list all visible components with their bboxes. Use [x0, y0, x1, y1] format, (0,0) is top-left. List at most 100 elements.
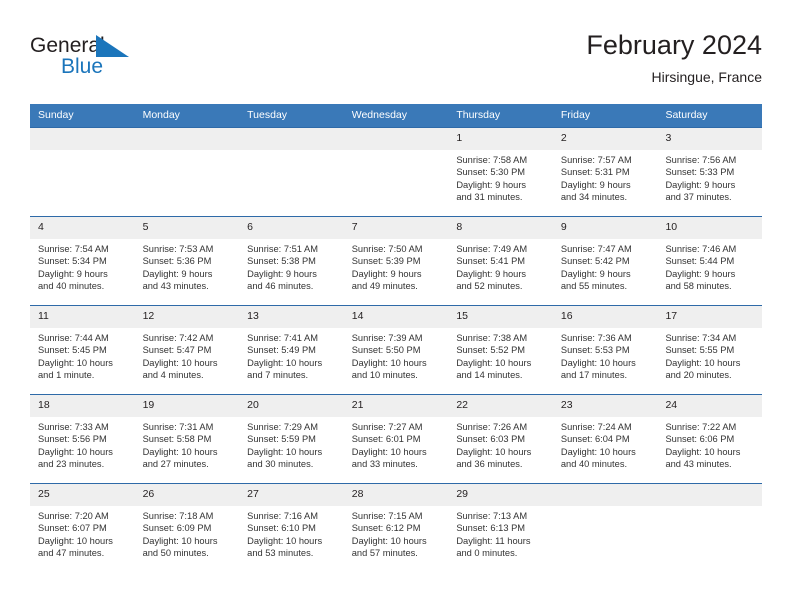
day-cell[interactable]: 20 Sunrise: 7:29 AM Sunset: 5:59 PM Dayligh… [239, 395, 344, 483]
sunset-text: Sunset: 6:04 PM [560, 434, 630, 445]
day-cell[interactable]: 19 Sunrise: 7:31 AM Sunset: 5:58 PM Dayligh… [134, 395, 240, 483]
day-cell[interactable]: 10 Sunrise: 7:46 AM Sunset: 5:44 PM Dayligh… [657, 217, 763, 305]
day-number: 19 [134, 395, 240, 417]
sunrise-text: Sunrise: 7:53 AM [142, 244, 214, 254]
day-cell[interactable]: 6 Sunrise: 7:51 AM Sunset: 5:38 PM Daylight… [239, 217, 344, 305]
daylight-text-line1: Daylight: 10 hours [142, 535, 218, 546]
day-detail: Sunrise: 7:29 AM Sunset: 5:59 PM Daylight:… [239, 417, 344, 471]
day-number [239, 128, 344, 150]
sunrise-sunset-calendar: Sunday Monday Tuesday Wednesday Thursday Frid… [30, 104, 763, 572]
sunset-text: Sunset: 5:36 PM [142, 256, 212, 267]
day-cell[interactable]: 17 Sunrise: 7:34 AM Sunset: 5:55 PM Dayligh… [657, 306, 763, 394]
day-number: 15 [448, 306, 553, 328]
daylight-text-line2: and 49 minutes. [351, 281, 418, 292]
day-number: 17 [657, 306, 763, 328]
general-blue-logo[interactable]: General Blue [30, 34, 160, 86]
daylight-text-line2: and 55 minutes. [560, 281, 628, 292]
sunrise-text: Sunrise: 7:47 AM [560, 244, 632, 254]
daylight-text-line2: and 17 minutes. [560, 370, 628, 381]
day-cell[interactable]: 5 Sunrise: 7:53 AM Sunset: 5:36 PM Daylight… [134, 217, 240, 305]
day-detail: Sunrise: 7:53 AM Sunset: 5:36 PM Daylight:… [135, 239, 240, 293]
day-cell[interactable]: 4 Sunrise: 7:54 AM Sunset: 5:34 PM Daylight… [30, 217, 135, 305]
day-number: 22 [448, 395, 553, 417]
daylight-text-line1: Daylight: 10 hours [665, 357, 741, 368]
sunrise-text: Sunrise: 7:49 AM [456, 244, 528, 254]
day-detail: Sunrise: 7:38 AM Sunset: 5:52 PM Daylight:… [448, 328, 553, 382]
daylight-text-line2: and 57 minutes. [351, 548, 418, 559]
day-cell[interactable]: 29 Sunrise: 7:13 AM Sunset: 6:13 PM Dayligh… [448, 484, 553, 572]
sunset-text: Sunset: 5:47 PM [142, 345, 212, 356]
weekday-header-row: Sunday Monday Tuesday Wednesday Thursday Frid… [30, 104, 762, 127]
day-detail: Sunrise: 7:54 AM Sunset: 5:34 PM Daylight:… [30, 239, 135, 293]
day-cell[interactable]: 27 Sunrise: 7:16 AM Sunset: 6:10 PM Dayligh… [239, 484, 344, 572]
sunset-text: Sunset: 5:56 PM [38, 434, 107, 445]
sunrise-text: Sunrise: 7:33 AM [38, 422, 109, 432]
daylight-text-line2: and 31 minutes. [456, 192, 523, 203]
day-cell[interactable]: 7 Sunrise: 7:50 AM Sunset: 5:39 PM Daylight… [343, 217, 449, 305]
day-cell[interactable]: 1 Sunrise: 7:58 AM Sunset: 5:30 PM Daylight… [448, 128, 553, 216]
daylight-text-line2: and 50 minutes. [142, 548, 209, 559]
day-cell[interactable]: 8 Sunrise: 7:49 AM Sunset: 5:41 PM Daylight… [448, 217, 553, 305]
daylight-text-line1: Daylight: 10 hours [247, 446, 323, 457]
sunset-text: Sunset: 5:55 PM [665, 345, 735, 356]
day-number: 20 [239, 395, 344, 417]
sunrise-text: Sunrise: 7:22 AM [665, 422, 737, 432]
day-cell[interactable]: 12 Sunrise: 7:42 AM Sunset: 5:47 PM Dayligh… [134, 306, 240, 394]
day-number: 26 [134, 484, 240, 506]
sunset-text: Sunset: 5:39 PM [351, 256, 421, 267]
daylight-text-line2: and 10 minutes. [351, 370, 418, 381]
daylight-text-line2: and 1 minute. [38, 370, 95, 381]
day-number: 23 [552, 395, 658, 417]
day-cell[interactable]: 24 Sunrise: 7:22 AM Sunset: 6:06 PM Dayligh… [657, 395, 763, 483]
day-detail: Sunrise: 7:44 AM Sunset: 5:45 PM Daylight:… [30, 328, 135, 382]
daylight-text-line1: Daylight: 10 hours [351, 446, 427, 457]
day-cell[interactable]: 9 Sunrise: 7:47 AM Sunset: 5:42 PM Daylight… [552, 217, 658, 305]
day-detail: Sunrise: 7:18 AM Sunset: 6:09 PM Daylight:… [135, 506, 240, 560]
day-number: 6 [239, 217, 344, 239]
daylight-text-line1: Daylight: 9 hours [456, 179, 527, 190]
day-cell[interactable]: 13 Sunrise: 7:41 AM Sunset: 5:49 PM Dayligh… [239, 306, 344, 394]
day-detail: Sunrise: 7:36 AM Sunset: 5:53 PM Daylight:… [553, 328, 658, 382]
day-detail: Sunrise: 7:46 AM Sunset: 5:44 PM Daylight:… [657, 239, 762, 293]
daylight-text-line1: Daylight: 10 hours [456, 357, 532, 368]
sunset-text: Sunset: 5:42 PM [560, 256, 630, 267]
sunset-text: Sunset: 5:41 PM [456, 256, 526, 267]
day-cell[interactable]: 15 Sunrise: 7:38 AM Sunset: 5:52 PM Dayligh… [448, 306, 553, 394]
daylight-text-line1: Daylight: 9 hours [665, 179, 736, 190]
day-cell[interactable]: 23 Sunrise: 7:24 AM Sunset: 6:04 PM Dayligh… [552, 395, 658, 483]
sunset-text: Sunset: 5:53 PM [560, 345, 630, 356]
calendar-week-row: 4 Sunrise: 7:54 AM Sunset: 5:34 PM Daylight… [30, 216, 763, 305]
sunset-text: Sunset: 5:30 PM [456, 167, 526, 178]
daylight-text-line1: Daylight: 9 hours [560, 179, 631, 190]
sunrise-text: Sunrise: 7:58 AM [456, 155, 528, 165]
day-cell[interactable]: 28 Sunrise: 7:15 AM Sunset: 6:12 PM Dayligh… [343, 484, 449, 572]
day-cell[interactable]: 25 Sunrise: 7:20 AM Sunset: 6:07 PM Dayligh… [30, 484, 135, 572]
sunrise-text: Sunrise: 7:36 AM [560, 333, 632, 343]
sunrise-text: Sunrise: 7:46 AM [665, 244, 737, 254]
day-cell[interactable]: 21 Sunrise: 7:27 AM Sunset: 6:01 PM Dayligh… [343, 395, 449, 483]
day-cell[interactable]: 18 Sunrise: 7:33 AM Sunset: 5:56 PM Dayligh… [30, 395, 135, 483]
sunset-text: Sunset: 5:33 PM [665, 167, 735, 178]
day-cell[interactable]: 16 Sunrise: 7:36 AM Sunset: 5:53 PM Dayligh… [552, 306, 658, 394]
daylight-text-line2: and 0 minutes. [456, 548, 518, 559]
day-cell[interactable]: 14 Sunrise: 7:39 AM Sunset: 5:50 PM Dayligh… [343, 306, 449, 394]
sunset-text: Sunset: 5:34 PM [38, 256, 107, 267]
daylight-text-line2: and 46 minutes. [247, 281, 314, 292]
day-number: 16 [552, 306, 658, 328]
day-cell-empty [343, 128, 449, 216]
day-cell[interactable]: 22 Sunrise: 7:26 AM Sunset: 6:03 PM Dayligh… [448, 395, 553, 483]
day-cell[interactable]: 11 Sunrise: 7:44 AM Sunset: 5:45 PM Dayligh… [30, 306, 135, 394]
day-number [134, 128, 240, 150]
daylight-text-line2: and 40 minutes. [38, 281, 105, 292]
sunset-text: Sunset: 6:01 PM [351, 434, 421, 445]
day-number: 12 [134, 306, 240, 328]
day-number: 18 [30, 395, 135, 417]
calendar-week-row: 18 Sunrise: 7:33 AM Sunset: 5:56 PM Dayligh… [30, 394, 763, 483]
sunrise-text: Sunrise: 7:57 AM [560, 155, 632, 165]
daylight-text-line1: Daylight: 10 hours [38, 446, 113, 457]
day-cell[interactable]: 2 Sunrise: 7:57 AM Sunset: 5:31 PM Daylight… [552, 128, 658, 216]
sunrise-text: Sunrise: 7:29 AM [247, 422, 318, 432]
day-number: 7 [343, 217, 449, 239]
day-cell[interactable]: 3 Sunrise: 7:56 AM Sunset: 5:33 PM Daylight… [657, 128, 763, 216]
day-cell[interactable]: 26 Sunrise: 7:18 AM Sunset: 6:09 PM Dayligh… [134, 484, 240, 572]
